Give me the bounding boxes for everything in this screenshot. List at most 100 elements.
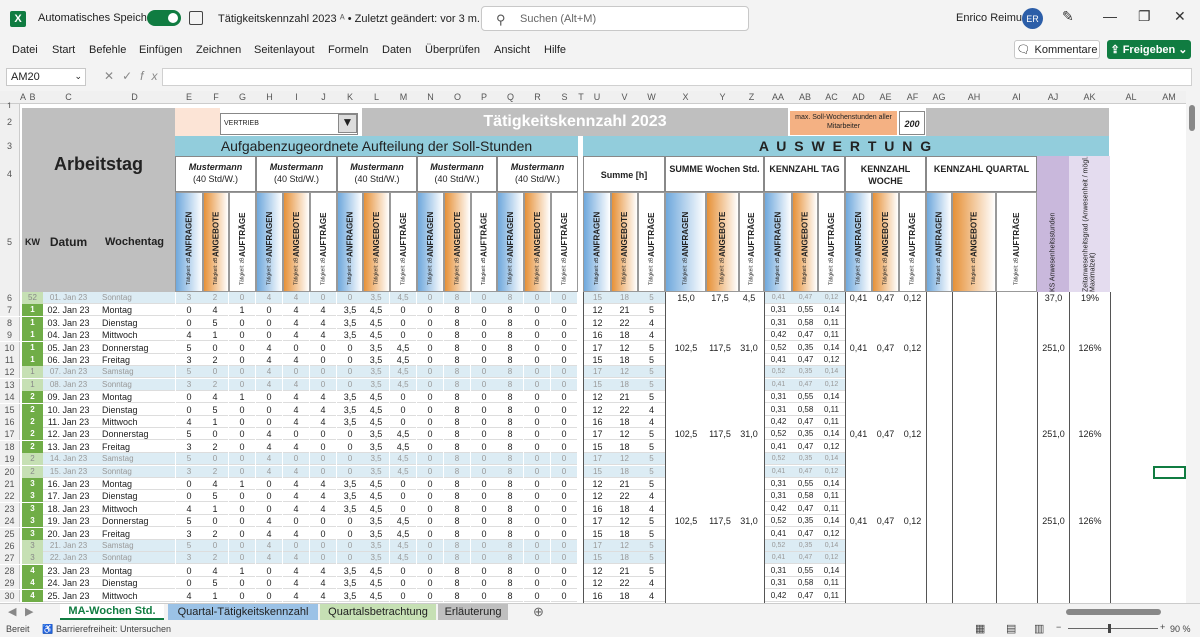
value-cell[interactable]: 0: [524, 416, 550, 428]
value-cell[interactable]: 0: [471, 490, 497, 502]
activity-header[interactable]: Tätigkeit: zB ANFRAGEN: [417, 192, 444, 292]
value-cell[interactable]: 8: [444, 441, 470, 453]
value-cell[interactable]: 0: [256, 391, 282, 403]
date-cell[interactable]: 10. Jan 23: [43, 404, 94, 416]
value-cell[interactable]: 4: [283, 590, 309, 602]
value-cell[interactable]: 5: [202, 490, 228, 502]
value-cell[interactable]: 0: [551, 503, 577, 515]
kz-tag-cell[interactable]: 0,14: [818, 304, 845, 316]
weekday-cell[interactable]: Dienstag: [94, 577, 175, 589]
activity-header[interactable]: Tätigkeit: zB ANGEBOTE: [792, 192, 818, 292]
value-cell[interactable]: 0: [471, 391, 497, 403]
selected-cell[interactable]: [1153, 466, 1186, 479]
column-header[interactable]: D: [94, 92, 175, 102]
value-cell[interactable]: 0: [471, 528, 497, 540]
row-header[interactable]: 10: [0, 342, 20, 354]
weekday-cell[interactable]: Mittwoch: [94, 503, 175, 515]
value-cell[interactable]: 8: [497, 329, 523, 341]
row-header[interactable]: 4: [0, 156, 20, 192]
sum-cell[interactable]: 18: [611, 292, 638, 304]
sum-cell[interactable]: 12: [611, 428, 638, 440]
value-cell[interactable]: 4,5: [363, 317, 389, 329]
value-cell[interactable]: 3,5: [337, 565, 363, 577]
date-cell[interactable]: 08. Jan 23: [43, 379, 94, 391]
value-cell[interactable]: 0: [417, 391, 443, 403]
value-cell[interactable]: 4,5: [363, 304, 389, 316]
value-cell[interactable]: 0: [256, 503, 282, 515]
value-cell[interactable]: 8: [444, 317, 470, 329]
value-cell[interactable]: 0: [417, 540, 443, 552]
value-cell[interactable]: 3,5: [337, 404, 363, 416]
value-cell[interactable]: 0: [310, 540, 336, 552]
row-header[interactable]: 8: [0, 317, 20, 329]
value-cell[interactable]: 5: [202, 404, 228, 416]
column-header[interactable]: V: [611, 92, 638, 102]
auswertung-title[interactable]: A U S W E R T U N G: [583, 136, 1109, 156]
activity-header[interactable]: Tätigkeit: zB ANGEBOTE: [524, 192, 551, 292]
datum-header[interactable]: Datum: [43, 192, 94, 292]
value-cell[interactable]: 0: [310, 292, 336, 304]
kz-tag-cell[interactable]: 0,31: [765, 565, 792, 577]
value-cell[interactable]: 0: [256, 329, 282, 341]
value-cell[interactable]: 8: [497, 540, 523, 552]
date-cell[interactable]: 02. Jan 23: [43, 304, 94, 316]
activity-header[interactable]: Tätigkeit: zB AUFTRÄGE: [551, 192, 578, 292]
value-cell[interactable]: 0: [310, 453, 336, 465]
value-cell[interactable]: 0: [229, 540, 255, 552]
kz-woche-cell[interactable]: 0,41: [845, 292, 872, 304]
value-cell[interactable]: 0: [202, 342, 228, 354]
row-header[interactable]: 13: [0, 379, 20, 391]
value-cell[interactable]: 8: [497, 292, 523, 304]
summe-wochen-cell[interactable]: 17,5: [704, 292, 736, 304]
tab-prev-icon[interactable]: ◀: [8, 605, 16, 618]
value-cell[interactable]: 4: [256, 366, 282, 378]
value-cell[interactable]: 0: [310, 552, 336, 564]
save-icon[interactable]: [189, 11, 203, 25]
kw-cell[interactable]: 1: [22, 366, 43, 378]
weekday-cell[interactable]: Montag: [94, 565, 175, 577]
value-cell[interactable]: 4: [283, 404, 309, 416]
value-cell[interactable]: 8: [444, 577, 470, 589]
kz-tag-cell[interactable]: 0,14: [818, 515, 845, 527]
value-cell[interactable]: 3,5: [337, 304, 363, 316]
value-cell[interactable]: 4: [310, 317, 336, 329]
ks-cell[interactable]: 251,0: [1038, 342, 1069, 354]
sum-cell[interactable]: 4: [638, 329, 665, 341]
value-cell[interactable]: 8: [497, 379, 523, 391]
value-cell[interactable]: 0: [229, 342, 255, 354]
add-sheet-icon[interactable]: ⊕: [533, 604, 544, 620]
kz-tag-cell[interactable]: 0,14: [818, 540, 845, 552]
value-cell[interactable]: 0: [229, 515, 255, 527]
row-header[interactable]: 24: [0, 515, 20, 527]
value-cell[interactable]: 4,5: [390, 366, 416, 378]
value-cell[interactable]: 3,5: [363, 441, 389, 453]
value-cell[interactable]: 3,5: [363, 366, 389, 378]
value-cell[interactable]: 0: [551, 416, 577, 428]
value-cell[interactable]: 4,5: [390, 528, 416, 540]
value-cell[interactable]: 0: [310, 515, 336, 527]
menu-datei[interactable]: Datei: [12, 44, 38, 56]
value-cell[interactable]: 0: [229, 590, 255, 602]
value-cell[interactable]: 0: [229, 416, 255, 428]
sum-cell[interactable]: 12: [611, 366, 638, 378]
kz-tag-cell[interactable]: 0,31: [765, 490, 792, 502]
weekday-cell[interactable]: Montag: [94, 304, 175, 316]
value-cell[interactable]: 8: [497, 391, 523, 403]
value-cell[interactable]: 8: [497, 515, 523, 527]
value-cell[interactable]: 8: [497, 366, 523, 378]
value-cell[interactable]: 0: [229, 453, 255, 465]
kz-tag-cell[interactable]: 0,58: [792, 577, 819, 589]
person-header[interactable]: Mustermann (40 Std/W.): [256, 156, 337, 192]
summe-wochen-cell[interactable]: 102,5: [670, 342, 702, 354]
value-cell[interactable]: 4: [310, 490, 336, 502]
menu-befehle[interactable]: Befehle: [89, 44, 126, 56]
column-header[interactable]: AF: [899, 92, 926, 102]
kz-tag-cell[interactable]: 0,47: [792, 466, 819, 478]
value-cell[interactable]: 4: [283, 552, 309, 564]
value-cell[interactable]: 0: [551, 565, 577, 577]
date-cell[interactable]: 16. Jan 23: [43, 478, 94, 490]
kw-cell[interactable]: 1: [22, 342, 43, 354]
summe-wochen-cell[interactable]: 102,5: [670, 515, 702, 527]
value-cell[interactable]: 0: [417, 577, 443, 589]
sum-cell[interactable]: 15: [584, 552, 611, 564]
